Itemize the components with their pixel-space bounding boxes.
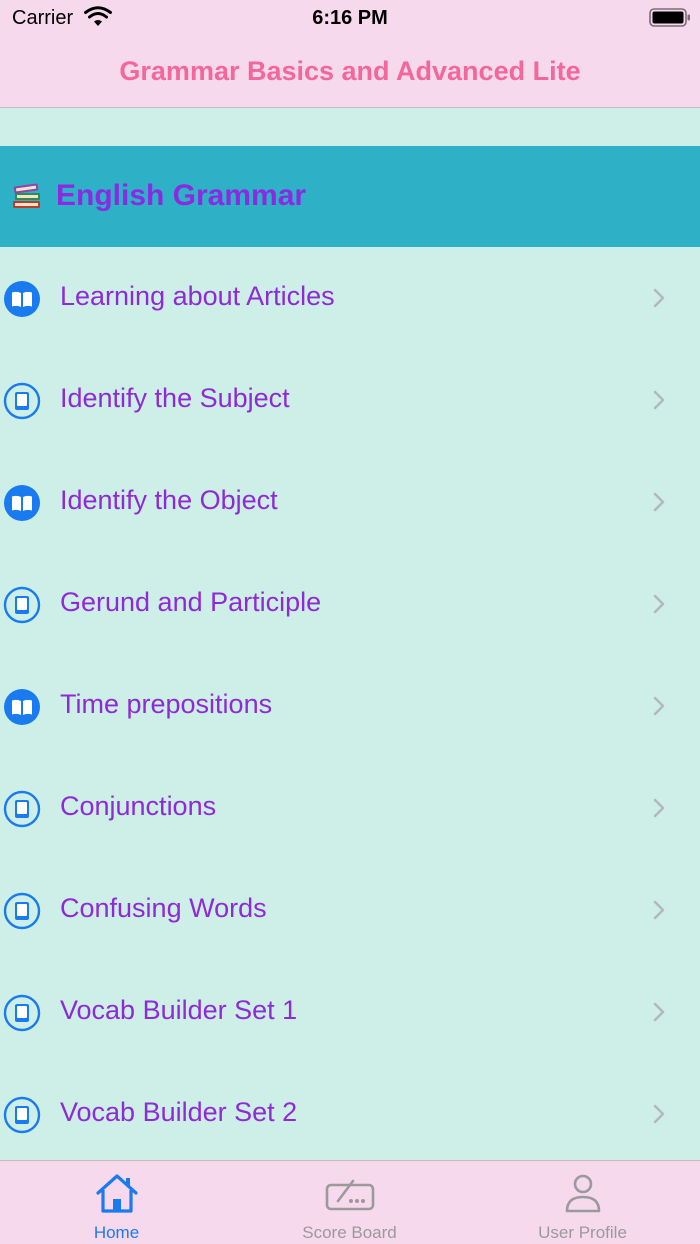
list-item-identify-the-object[interactable]: Identify the Object	[0, 451, 700, 553]
list-item-label: Conjunctions	[60, 791, 217, 821]
book-closed-outline-icon	[3, 586, 41, 624]
book-open-filled-icon	[4, 485, 40, 521]
list-item-time-prepositions[interactable]: Time prepositions	[0, 655, 700, 757]
home-icon	[95, 1174, 138, 1213]
list-item-label: Vocab Builder Set 2	[60, 1097, 298, 1127]
chevron-right-icon	[653, 798, 665, 818]
list-item-identify-the-subject[interactable]: Identify the Subject	[0, 349, 700, 451]
chevron-right-icon	[653, 594, 665, 614]
book-open-filled-icon	[4, 689, 40, 725]
list-item-confusing-words[interactable]: Confusing Words	[0, 859, 700, 961]
book-closed-outline-icon	[3, 382, 41, 420]
list-item-label: Time prepositions	[60, 689, 273, 719]
list-item-learning-about-articles[interactable]: Learning about Articles	[0, 247, 700, 349]
book-closed-outline-icon	[3, 790, 41, 828]
chevron-right-icon	[653, 492, 665, 512]
section-header: English Grammar	[0, 146, 700, 247]
status-bar: Carrier 6:16 PM	[0, 0, 700, 36]
chevron-right-icon	[653, 1104, 665, 1124]
section-title: English Grammar	[56, 179, 307, 212]
list-item-gerund-and-participle[interactable]: Gerund and Participle	[0, 553, 700, 655]
chevron-right-icon	[653, 1002, 665, 1022]
tab-label: Home	[93, 1223, 140, 1242]
tab-score-board[interactable]: Score Board	[233, 1161, 466, 1244]
list-item-vocab-builder-set-2[interactable]: Vocab Builder Set 2	[0, 1063, 700, 1160]
chevron-right-icon	[653, 696, 665, 716]
book-open-filled-icon	[4, 281, 40, 317]
list-item-label: Learning about Articles	[60, 281, 335, 311]
list-item-label: Gerund and Participle	[60, 587, 322, 617]
scoreboard-icon	[325, 1179, 374, 1211]
tab-label: User Profile	[538, 1223, 627, 1242]
tab-label: Score Board	[302, 1223, 397, 1242]
tab-bar: Home Score Board User Profile	[0, 1160, 700, 1244]
book-closed-outline-icon	[3, 892, 41, 930]
navigation-bar: Grammar Basics and Advanced Lite	[0, 36, 700, 108]
list-item-vocab-builder-set-1[interactable]: Vocab Builder Set 1	[0, 961, 700, 1063]
page-title: Grammar Basics and Advanced Lite	[119, 56, 581, 86]
chevron-right-icon	[653, 900, 665, 920]
tab-home[interactable]: Home	[0, 1161, 233, 1244]
list-item-label: Confusing Words	[60, 893, 267, 923]
list-item-label: Vocab Builder Set 1	[60, 995, 298, 1025]
tab-user-profile[interactable]: User Profile	[466, 1161, 699, 1244]
chevron-right-icon	[653, 288, 665, 308]
person-icon	[565, 1174, 600, 1213]
list-item-label: Identify the Subject	[60, 383, 290, 413]
list-item-label: Identify the Object	[60, 485, 278, 515]
chevron-right-icon	[653, 390, 665, 410]
battery-icon	[649, 8, 690, 27]
list-item-conjunctions[interactable]: Conjunctions	[0, 757, 700, 859]
books-icon	[13, 183, 40, 208]
clock: 6:16 PM	[312, 7, 388, 29]
book-closed-outline-icon	[3, 994, 41, 1032]
book-closed-outline-icon	[3, 1096, 41, 1134]
